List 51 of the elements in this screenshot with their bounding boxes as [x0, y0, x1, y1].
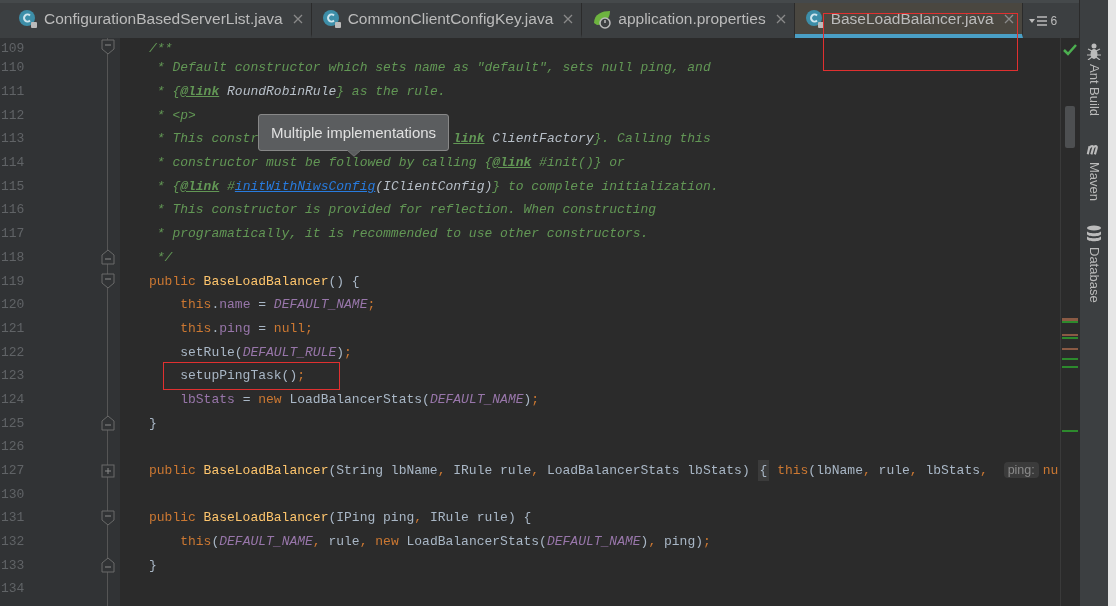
code-line: * {@link #initWithNiwsConfig(IClientConfig)} to complete initialization.	[155, 178, 719, 194]
code-line: public BaseLoadBalancer() {	[148, 273, 360, 289]
code-line: public BaseLoadBalancer(IPing ping, IRule rule) {	[148, 510, 532, 526]
tool-window-button[interactable]: Database	[1086, 225, 1102, 303]
close-icon[interactable]	[563, 13, 574, 24]
fold-marker-icon[interactable]	[101, 557, 115, 574]
list-icon	[1028, 14, 1049, 27]
fold-marker-icon[interactable]	[101, 509, 115, 526]
fold-marker-icon[interactable]	[101, 273, 115, 290]
code-line: setRule(DEFAULT_RULE);	[179, 344, 352, 360]
code-line: setupPingTask();	[179, 368, 306, 384]
expand-marker-icon[interactable]	[101, 462, 115, 479]
close-icon[interactable]	[292, 13, 303, 24]
code-line: link ClientFactory}. Calling this	[453, 131, 711, 147]
code-line: */	[155, 249, 173, 265]
class-file-icon	[804, 8, 825, 29]
ant-icon	[1086, 42, 1102, 60]
class-file-icon	[18, 8, 38, 29]
tab-overflow-button[interactable]: 6	[1022, 3, 1064, 38]
code-line: * {@link RoundRobinRule} as the rule.	[155, 84, 446, 100]
editor-tab[interactable]: BaseLoadBalancer.java	[794, 3, 1023, 38]
code-line: /**	[148, 41, 173, 56]
code-line: * This constructor is provided for reflection. When constructing	[155, 202, 657, 218]
class-file-icon	[321, 8, 342, 29]
code-line: * programatically, it is recommended to use other constructors.	[155, 226, 649, 242]
code-line: * constructor must be followed by calling {@link #init()} or	[155, 155, 625, 171]
code-line: * Default constructor which sets name as "default", sets null ping, and	[155, 60, 711, 76]
tool-window-button[interactable]: Maven	[1086, 140, 1102, 202]
code-line: * This constr	[155, 131, 259, 147]
code-line: }	[148, 415, 157, 431]
close-icon[interactable]	[1003, 13, 1014, 24]
parameter-hint: ping:	[1003, 462, 1039, 479]
code-line: }	[148, 557, 157, 573]
close-icon[interactable]	[775, 13, 786, 24]
code-line: this.ping = null;	[179, 320, 313, 336]
fold-marker-icon[interactable]	[101, 249, 115, 266]
code-line: * <p>	[155, 107, 196, 123]
scrollbar-thumb[interactable]	[1065, 106, 1075, 148]
leaf-icon	[592, 8, 613, 29]
code-line: this(DEFAULT_NAME, rule, new LoadBalancerStats(DEFAULT_NAME), ping);	[179, 534, 711, 550]
check-icon[interactable]	[1063, 44, 1077, 56]
fold-marker-icon[interactable]	[101, 415, 115, 432]
tooltip-pointer-icon	[345, 150, 362, 157]
code-line: this.name = DEFAULT_NAME;	[179, 297, 376, 313]
doc-link[interactable]: initWithNiwsConfig	[234, 178, 376, 194]
code-line: public BaseLoadBalancer(String lbName, IRule rule, LoadBalancerStats lbStats) { this(lbName, rule, lbStats, ping: nu	[121, 463, 1059, 479]
tooltip: Multiple implementations	[258, 114, 450, 151]
database-icon	[1086, 225, 1102, 244]
code-line: lbStats = new LoadBalancerStats(DEFAULT_NAME);	[179, 391, 540, 407]
fold-marker-icon[interactable]	[101, 39, 115, 55]
tool-window-button[interactable]: Ant Build	[1086, 42, 1102, 117]
